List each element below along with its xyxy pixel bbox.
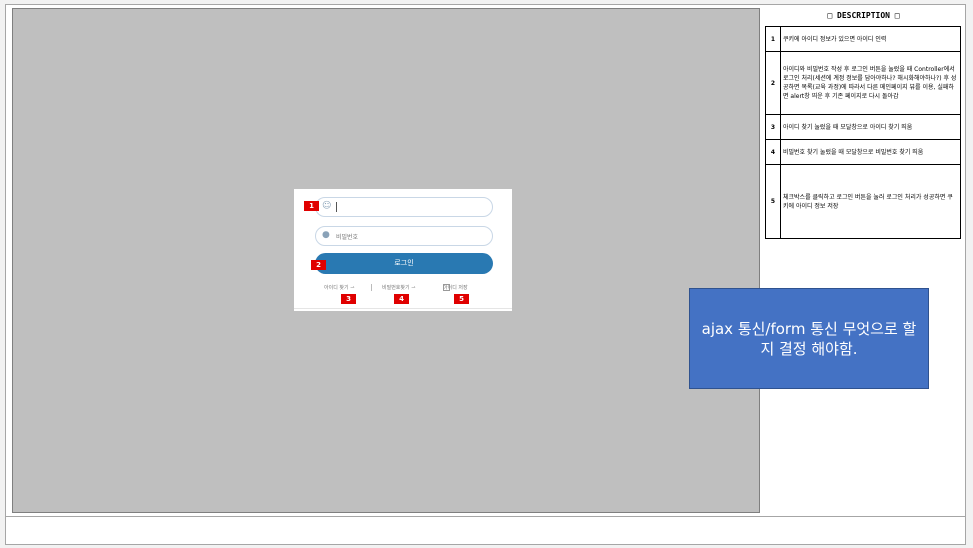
notes-bar[interactable]	[5, 517, 966, 545]
password-input[interactable]: ● 비밀번호	[315, 226, 493, 246]
row-number: 5	[765, 164, 781, 239]
password-placeholder: 비밀번호	[336, 234, 359, 241]
table-row: 3 아이디 찾기 눌렀을 때 모달창으로 아이디 찾기 띄움	[765, 114, 961, 140]
row-number: 2	[765, 51, 781, 115]
row-number: 3	[765, 114, 781, 140]
find-id-label: 아이디 찾기	[324, 285, 349, 291]
find-password-label: 비밀번호찾기	[382, 285, 410, 291]
find-password-link[interactable]: 비밀번호찾기 ⇀	[382, 284, 415, 291]
row-number: 4	[765, 139, 781, 165]
badge-5: 5	[454, 294, 469, 304]
arrow-icon: ⇀	[411, 285, 416, 291]
screen-mockup-area: ☺ ● 비밀번호 로그인 아이디 찾기 ⇀ 비밀번호찾기 ⇀ 아이디 저장 1 …	[12, 8, 760, 513]
badge-1: 1	[304, 201, 319, 211]
checkbox-icon	[443, 284, 450, 291]
description-table: 1 쿠키에 아이디 정보가 있으면 아이디 인력 2 아이디와 비밀번호 작성 …	[765, 26, 961, 239]
user-icon: ☺	[322, 201, 332, 211]
table-row: 1 쿠키에 아이디 정보가 있으면 아이디 인력	[765, 26, 961, 52]
id-input[interactable]: ☺	[315, 197, 493, 217]
login-links: 아이디 찾기 ⇀ 비밀번호찾기 ⇀ 아이디 저장	[314, 284, 494, 294]
text-cursor	[336, 202, 337, 212]
login-button[interactable]: 로그인	[315, 253, 493, 274]
callout-note: ajax 통신/form 통신 무엇으로 할지 결정 해야함.	[689, 288, 929, 389]
row-text: 비밀번호 찾기 눌렀을 때 모달창으로 비밀번호 찾기 띄움	[780, 139, 961, 165]
row-text: 아이디 찾기 눌렀을 때 모달창으로 아이디 찾기 띄움	[780, 114, 961, 140]
table-row: 4 비밀번호 찾기 눌렀을 때 모달창으로 비밀번호 찾기 띄움	[765, 139, 961, 165]
lock-icon: ●	[322, 230, 330, 240]
divider	[371, 284, 372, 291]
row-text: 아이디와 비밀번호 작성 후 로그인 버튼을 눌렀을 때 Controller에…	[780, 51, 961, 115]
row-number: 1	[765, 26, 781, 52]
table-row: 5 체크박스를 클릭하고 로그인 버튼을 눌러 로그인 처리가 성공하면 쿠키에…	[765, 164, 961, 239]
badge-3: 3	[341, 294, 356, 304]
login-form: ☺ ● 비밀번호 로그인 아이디 찾기 ⇀ 비밀번호찾기 ⇀ 아이디 저장 1 …	[294, 189, 512, 311]
row-text: 체크박스를 클릭하고 로그인 버튼을 눌러 로그인 처리가 성공하면 쿠키에 아…	[780, 164, 961, 239]
row-text: 쿠키에 아이디 정보가 있으면 아이디 인력	[780, 26, 961, 52]
slide: ☺ ● 비밀번호 로그인 아이디 찾기 ⇀ 비밀번호찾기 ⇀ 아이디 저장 1 …	[5, 4, 966, 517]
divider	[294, 308, 512, 309]
find-id-link[interactable]: 아이디 찾기 ⇀	[324, 284, 354, 291]
badge-4: 4	[394, 294, 409, 304]
description-panel: □ DESCRIPTION □ 1 쿠키에 아이디 정보가 있으면 아이디 인력…	[765, 8, 962, 239]
arrow-icon: ⇀	[350, 285, 355, 291]
table-row: 2 아이디와 비밀번호 작성 후 로그인 버튼을 눌렀을 때 Controlle…	[765, 51, 961, 115]
description-title: □ DESCRIPTION □	[827, 11, 900, 20]
badge-2: 2	[311, 260, 326, 270]
save-id-checkbox[interactable]: 아이디 저장	[443, 284, 468, 291]
